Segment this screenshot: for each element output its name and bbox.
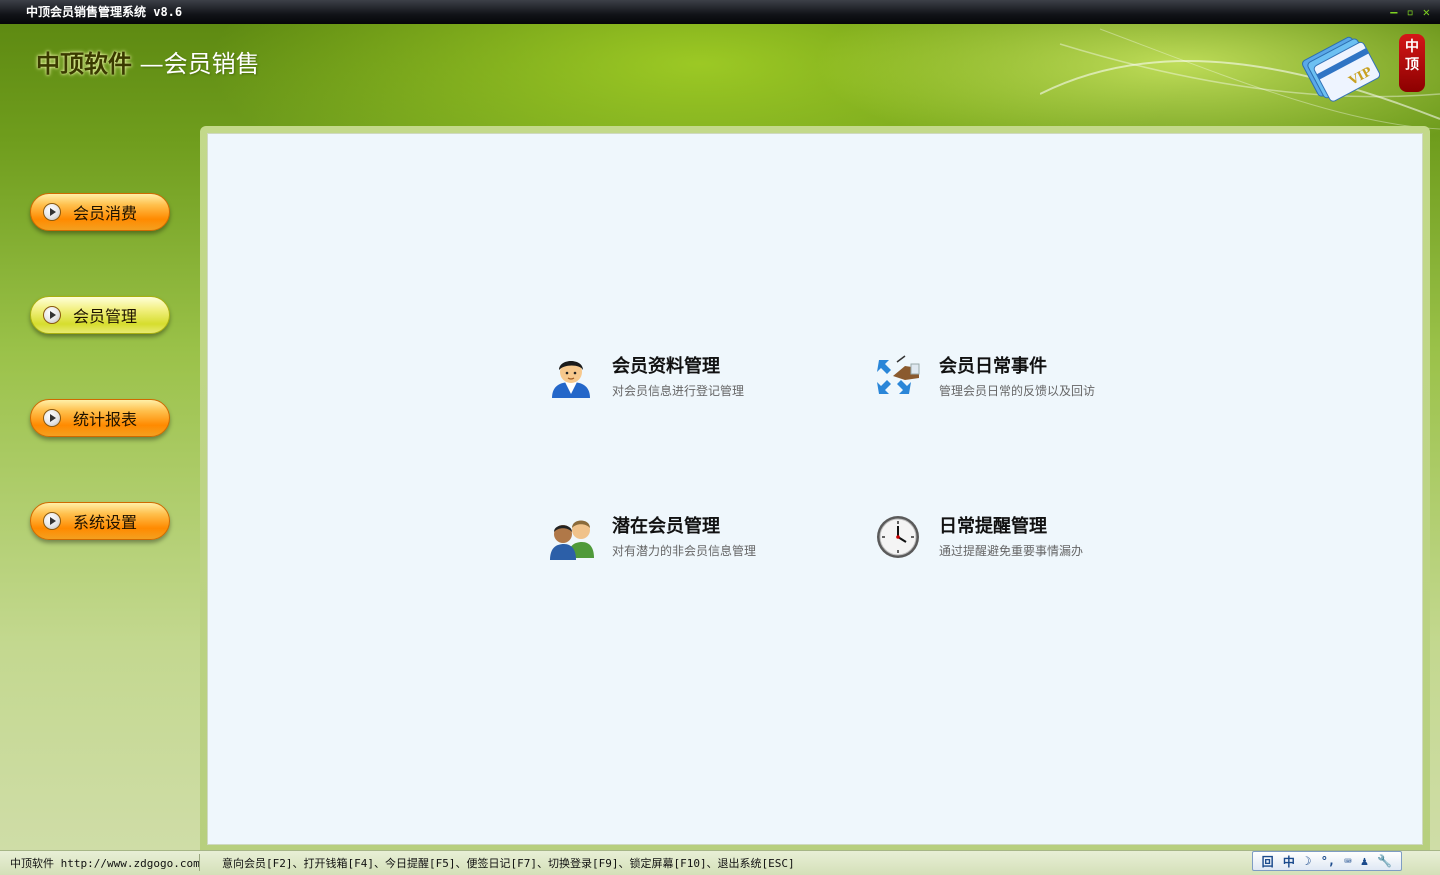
close-button[interactable]: ✕: [1423, 0, 1430, 24]
decorative-swoosh: [1040, 28, 1440, 130]
vip-cards-logo: VIP: [1301, 36, 1380, 102]
status-company: 中顶软件 http://www.zdgogo.com: [10, 857, 200, 870]
daily-events-icon: [877, 355, 920, 394]
wrench-icon[interactable]: 🔧: [1377, 854, 1392, 868]
status-shortcuts: 意向会员[F2]、打开钱箱[F4]、今日提醒[F5]、便签日记[F7]、切换登录…: [222, 857, 795, 870]
clock-icon: [877, 516, 919, 558]
feature-description: 管理会员日常的反馈以及回访: [939, 384, 1096, 398]
feature-description: 对会员信息进行登记管理: [612, 384, 745, 398]
window-title: 中顶会员销售管理系统 v8.6: [26, 5, 183, 19]
window-title-bar: 中顶会员销售管理系统 v8.6 – ▫ ✕: [0, 0, 1440, 24]
play-icon: [43, 409, 61, 427]
restore-button[interactable]: ▫: [1407, 0, 1414, 24]
status-divider: [199, 854, 200, 871]
feature-description: 通过提醒避免重要事情漏办: [939, 544, 1084, 558]
sidebar-item-system-settings[interactable]: 系统设置: [30, 502, 170, 540]
potential-members-icon: [550, 520, 594, 560]
keyboard-icon[interactable]: ⌨: [1344, 854, 1351, 868]
play-icon: [43, 306, 61, 324]
sidebar-item-label: 会员管理: [73, 307, 138, 326]
sidebar-item-statistics-reports[interactable]: 统计报表: [30, 399, 170, 437]
sidebar-item-label: 统计报表: [73, 410, 138, 429]
feature-title: 潜在会员管理: [612, 516, 720, 537]
sidebar-item-member-management[interactable]: 会员管理: [30, 296, 170, 334]
feature-potential-members[interactable]: 潜在会员管理 对有潜力的非会员信息管理: [548, 514, 756, 560]
feature-daily-reminders[interactable]: 日常提醒管理 通过提醒避免重要事情漏办: [875, 514, 1083, 560]
feature-daily-events[interactable]: 会员日常事件 管理会员日常的反馈以及回访: [875, 354, 1095, 400]
ime-mode-toggle[interactable]: 中: [1283, 853, 1295, 870]
brand-company: 中顶软件: [36, 49, 132, 78]
feature-description: 对有潜力的非会员信息管理: [612, 544, 757, 558]
minimize-button[interactable]: –: [1390, 0, 1397, 24]
member-profile-icon: [552, 361, 590, 398]
brand-title: 中顶软件 —会员销售: [36, 44, 260, 79]
ime-toolbar: 回 中 ☽ °, ⌨ ♟ 🔧: [1252, 851, 1402, 871]
sidebar-item-member-consumption[interactable]: 会员消费: [30, 193, 170, 231]
status-bar: 中顶软件 http://www.zdgogo.com 意向会员[F2]、打开钱箱…: [0, 850, 1440, 875]
feature-title: 会员资料管理: [612, 356, 720, 377]
feature-title: 会员日常事件: [939, 356, 1047, 377]
main-panel: 会员资料管理 对会员信息进行登记管理 会员日常事件 管理会员日常的反馈以及回访: [207, 133, 1423, 845]
play-icon: [43, 203, 61, 221]
sidebar-item-label: 会员消费: [73, 204, 138, 223]
feature-member-profile[interactable]: 会员资料管理 对会员信息进行登记管理: [548, 354, 744, 400]
window-controls: – ▫ ✕: [1390, 0, 1430, 24]
ime-logo-icon[interactable]: 回: [1262, 853, 1274, 870]
feature-title: 日常提醒管理: [939, 516, 1047, 537]
sidebar-item-label: 系统设置: [73, 513, 138, 532]
moon-icon[interactable]: ☽: [1304, 854, 1311, 868]
user-icon[interactable]: ♟: [1361, 854, 1368, 868]
brand-seal: 中顶: [1399, 34, 1425, 92]
play-icon: [43, 512, 61, 530]
brand-product: —会员销售: [139, 50, 260, 78]
punctuation-icon[interactable]: °,: [1321, 854, 1335, 868]
